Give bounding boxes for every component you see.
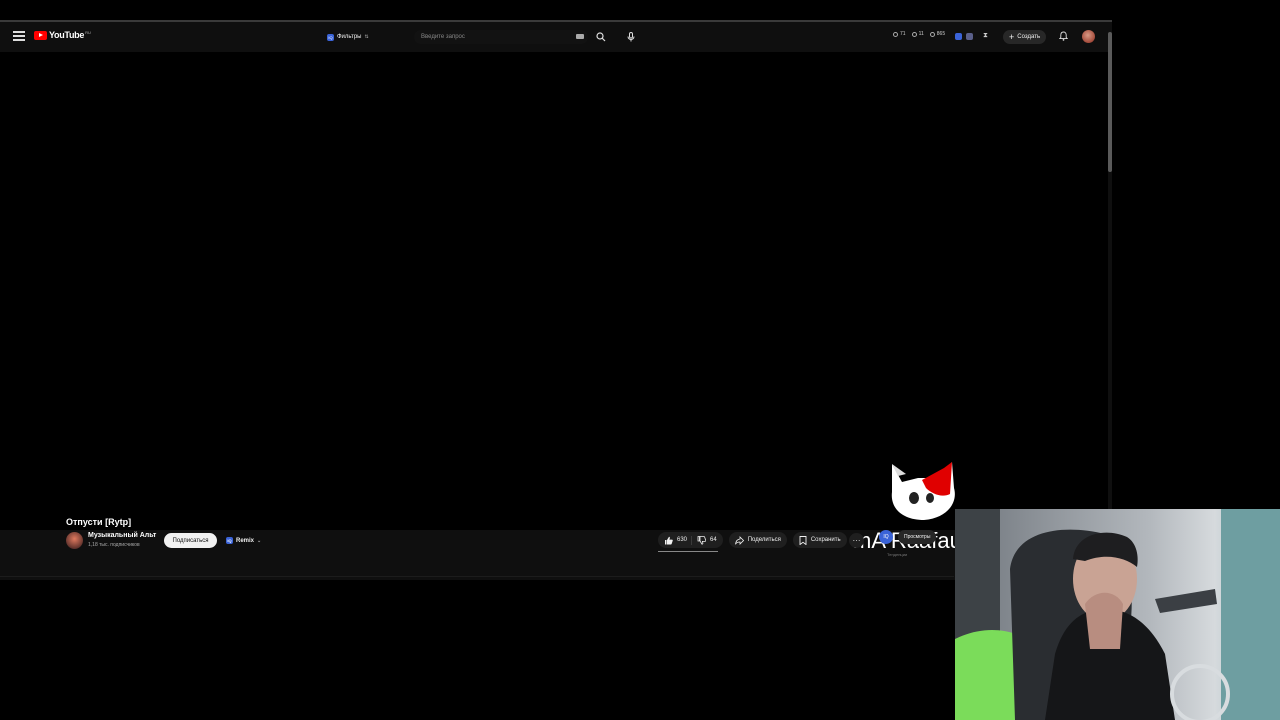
stat-item: 865 bbox=[929, 31, 945, 37]
webcam-overlay bbox=[955, 509, 1280, 720]
keyboard-icon[interactable] bbox=[576, 34, 584, 39]
remix-label: Remix bbox=[236, 537, 255, 544]
extension-badge[interactable]: IQ bbox=[879, 530, 893, 544]
globe-icon bbox=[929, 31, 935, 37]
search-placeholder: Введите запрос bbox=[421, 34, 465, 40]
webcam-person-image bbox=[955, 509, 1280, 720]
masthead: YouTube RU IQ Фильтры ⇅ Введите запрос 7… bbox=[0, 22, 1108, 52]
logo-text: YouTube bbox=[49, 30, 85, 40]
trending-label: Тенденции bbox=[887, 552, 908, 557]
clock-icon bbox=[893, 31, 898, 37]
thumbs-up-icon bbox=[665, 536, 673, 544]
screen: YouTube RU IQ Фильтры ⇅ Введите запрос 7… bbox=[0, 0, 1280, 720]
chevron-down-icon: ⌄ bbox=[257, 537, 262, 544]
extension-icon[interactable] bbox=[966, 32, 973, 40]
like-ratio-bar bbox=[658, 551, 718, 552]
create-button[interactable]: + Создать bbox=[1003, 30, 1047, 44]
youtube-logo[interactable]: YouTube RU bbox=[34, 30, 91, 40]
create-label: Создать bbox=[1017, 34, 1041, 40]
thumbs-down-icon bbox=[697, 535, 707, 545]
extension-icons: ⧗ bbox=[955, 32, 988, 40]
dislike-count: 64 bbox=[710, 537, 717, 543]
extension-stats: 71 11 865 bbox=[893, 31, 945, 37]
extension-badge: IQ bbox=[327, 33, 334, 41]
logo-country-code: RU bbox=[85, 30, 91, 35]
search-input[interactable]: Введите запрос bbox=[414, 30, 588, 44]
share-button[interactable]: Поделиться bbox=[728, 532, 787, 548]
menu-icon[interactable] bbox=[13, 31, 25, 41]
dislike-button[interactable]: 64 bbox=[691, 535, 717, 545]
save-button[interactable]: Сохранить bbox=[792, 532, 847, 548]
like-count: 630 bbox=[677, 537, 688, 543]
extension-icon[interactable] bbox=[955, 32, 962, 40]
divider bbox=[0, 576, 954, 577]
hourglass-icon[interactable]: ⧗ bbox=[983, 32, 988, 40]
video-player[interactable]: mA Raafau bbox=[0, 52, 1108, 553]
save-label: Сохранить bbox=[810, 537, 841, 543]
sort-icon: ⇅ bbox=[364, 34, 369, 40]
subscribe-button[interactable]: Подписаться bbox=[164, 533, 217, 548]
filters-label: Фильтры bbox=[337, 34, 362, 40]
views-chip[interactable]: Просмотры bbox=[898, 530, 937, 544]
stat-item: 11 bbox=[911, 31, 924, 37]
page-scrollbar[interactable] bbox=[1108, 32, 1112, 172]
browser-window: YouTube RU IQ Фильтры ⇅ Введите запрос 7… bbox=[0, 20, 1112, 580]
filters-button[interactable]: IQ Фильтры ⇅ bbox=[323, 30, 373, 44]
more-actions-button[interactable]: ··· bbox=[849, 533, 864, 548]
like-dislike-pill: 630 64 bbox=[658, 532, 723, 548]
extension-badge: IQ bbox=[226, 537, 233, 544]
remix-button[interactable]: IQ Remix ⌄ bbox=[222, 533, 265, 548]
subscriber-count: 1,18 тыс. подписчиков bbox=[88, 542, 140, 548]
eye-icon bbox=[911, 31, 917, 37]
video-actions: 630 64 Поделиться Сохранить bbox=[658, 531, 847, 549]
plus-icon: + bbox=[1009, 32, 1015, 42]
video-title: Отпусти [Rytp] bbox=[66, 517, 132, 527]
search-icon[interactable] bbox=[594, 30, 608, 44]
bell-icon[interactable] bbox=[1057, 30, 1069, 42]
bookmark-icon bbox=[799, 535, 807, 545]
account-avatar[interactable] bbox=[1082, 30, 1095, 43]
microphone-icon[interactable] bbox=[623, 29, 639, 45]
channel-avatar[interactable] bbox=[66, 532, 83, 549]
like-button[interactable]: 630 bbox=[664, 536, 687, 545]
stat-item: 71 bbox=[893, 31, 906, 37]
channel-name[interactable]: Музыкальный Альт bbox=[88, 532, 156, 539]
share-label: Поделиться bbox=[747, 537, 781, 543]
youtube-play-icon bbox=[34, 30, 47, 40]
share-icon bbox=[734, 535, 744, 545]
